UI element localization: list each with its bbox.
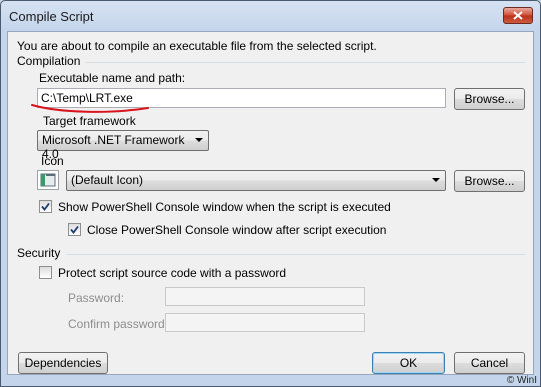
dependencies-button[interactable]: Dependencies: [18, 352, 108, 374]
close-console-label[interactable]: Close PowerShell Console window after sc…: [87, 223, 386, 237]
exe-path-label: Executable name and path:: [39, 71, 186, 85]
protect-source-label[interactable]: Protect script source code with a passwo…: [58, 266, 286, 280]
password-label: Password:: [68, 291, 125, 305]
close-icon: [513, 11, 523, 20]
close-button[interactable]: [503, 7, 533, 24]
cancel-button[interactable]: Cancel: [454, 352, 525, 374]
compilation-group-label: Compilation: [17, 54, 81, 68]
title-bar[interactable]: Compile Script: [1, 1, 540, 31]
security-divider: [66, 254, 526, 255]
protect-source-checkbox[interactable]: [39, 266, 52, 279]
chevron-down-icon: [195, 138, 203, 142]
icon-select-value: (Default Icon): [71, 173, 144, 187]
exe-browse-button[interactable]: Browse...: [454, 88, 525, 110]
icon-browse-button[interactable]: Browse...: [454, 170, 525, 192]
confirm-password-input[interactable]: [165, 313, 365, 332]
window-title: Compile Script: [9, 9, 94, 24]
confirm-password-label: Confirm password:: [68, 317, 169, 331]
show-console-label[interactable]: Show PowerShell Console window when the …: [58, 200, 391, 214]
checkmark-icon: [70, 225, 79, 234]
password-input[interactable]: [165, 287, 365, 306]
target-framework-label: Target framework: [43, 114, 136, 128]
security-group-label: Security: [17, 246, 61, 260]
chevron-down-icon: [432, 178, 440, 182]
icon-label: Icon: [41, 154, 64, 168]
icon-preview: [37, 170, 59, 190]
intro-text: You are about to compile an executable f…: [17, 39, 377, 53]
target-framework-select[interactable]: Microsoft .NET Framework 4.0: [37, 130, 209, 161]
show-console-checkbox[interactable]: [39, 200, 52, 213]
watermark: © WinI: [506, 375, 537, 386]
icon-select[interactable]: (Default Icon): [66, 170, 446, 191]
dialog-window: Compile Script You are about to compile …: [0, 0, 541, 387]
checkmark-icon: [41, 202, 50, 211]
window-app-icon: [40, 173, 56, 187]
ok-button[interactable]: OK: [372, 352, 445, 374]
close-console-checkbox[interactable]: [68, 223, 81, 236]
dialog-client-area: You are about to compile an executable f…: [7, 31, 534, 375]
compilation-divider: [86, 62, 526, 63]
